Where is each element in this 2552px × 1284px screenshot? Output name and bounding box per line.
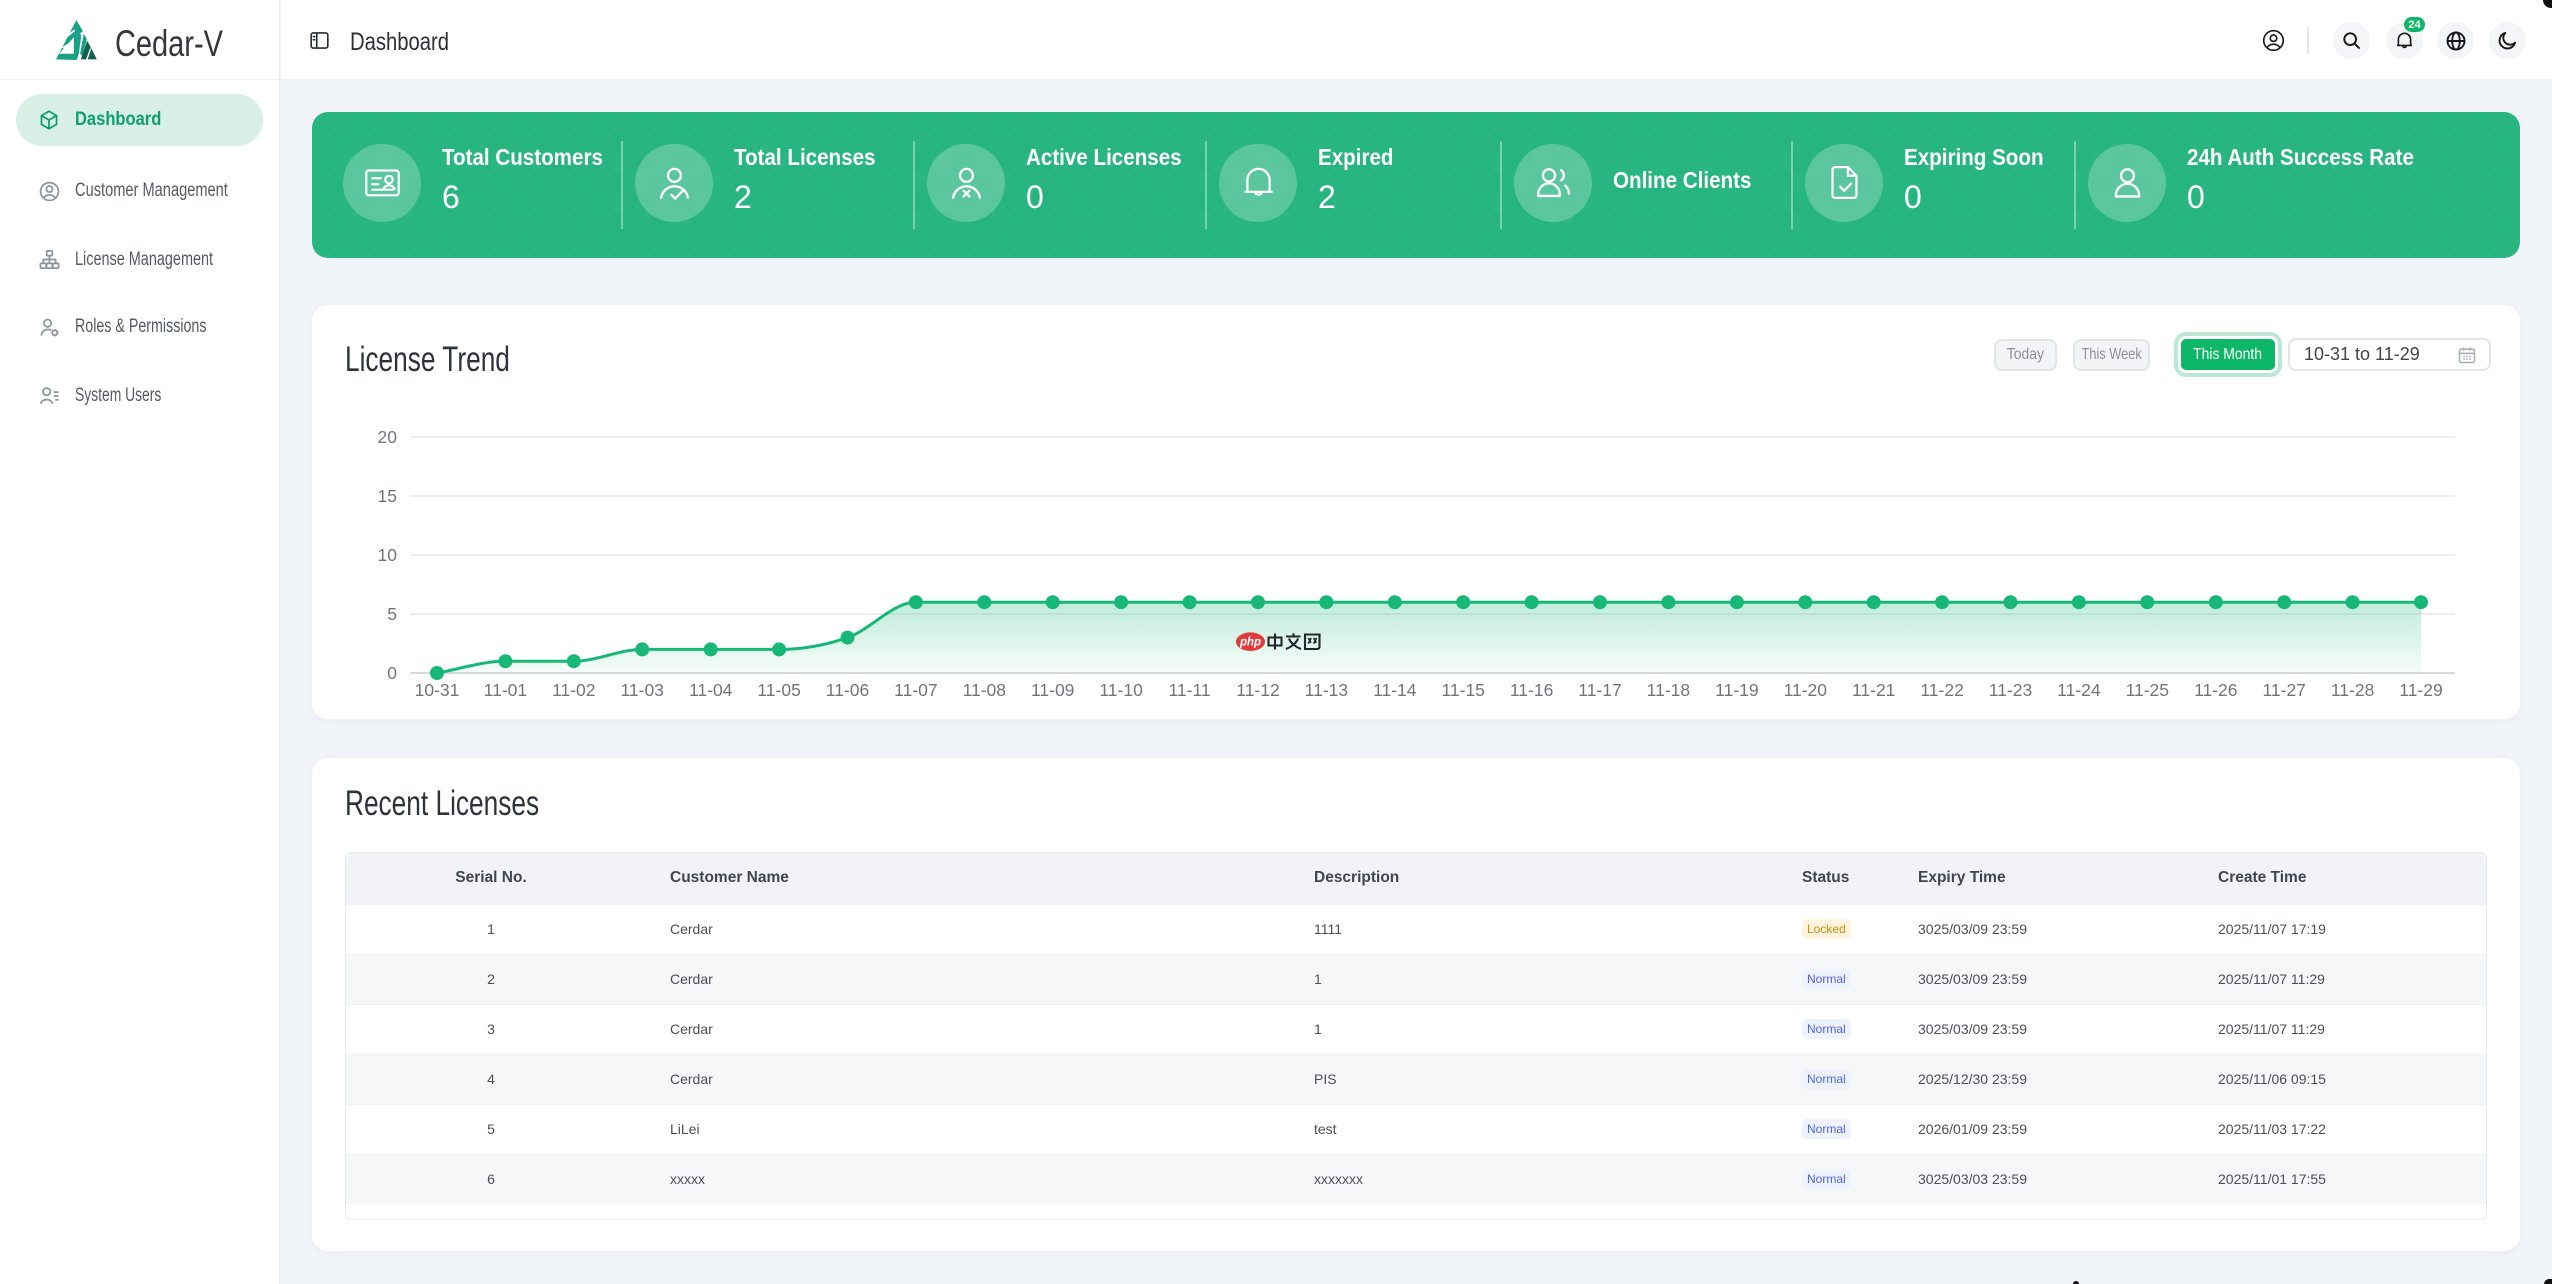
svg-text:11-17: 11-17: [1578, 680, 1621, 700]
svg-text:11-28: 11-28: [2331, 680, 2374, 700]
svg-text:10: 10: [378, 545, 398, 565]
svg-text:11-27: 11-27: [2262, 680, 2305, 700]
svg-text:11-18: 11-18: [1647, 680, 1690, 700]
svg-text:11-09: 11-09: [1031, 680, 1074, 700]
svg-text:15: 15: [378, 486, 397, 506]
svg-text:11-14: 11-14: [1373, 680, 1417, 700]
svg-text:11-16: 11-16: [1510, 680, 1553, 700]
svg-text:11-19: 11-19: [1715, 680, 1758, 700]
svg-text:11-11: 11-11: [1169, 680, 1211, 700]
svg-text:11-20: 11-20: [1784, 680, 1828, 700]
svg-text:20: 20: [378, 427, 398, 447]
svg-text:11-01: 11-01: [484, 680, 527, 700]
svg-text:php: php: [1239, 637, 1261, 649]
svg-text:11-10: 11-10: [1099, 680, 1143, 700]
svg-text:11-02: 11-02: [552, 680, 595, 700]
svg-text:11-06: 11-06: [826, 680, 869, 700]
svg-text:11-04: 11-04: [689, 680, 733, 700]
svg-text:10-31: 10-31: [415, 680, 460, 700]
svg-text:11-24: 11-24: [2057, 680, 2101, 700]
svg-text:11-15: 11-15: [1441, 680, 1484, 700]
svg-text:11-23: 11-23: [1989, 680, 2032, 700]
svg-text:11-08: 11-08: [963, 680, 1006, 700]
svg-text:11-05: 11-05: [757, 680, 800, 700]
svg-text:5: 5: [387, 604, 397, 624]
svg-text:11-22: 11-22: [1920, 680, 1963, 700]
svg-text:11-12: 11-12: [1236, 680, 1279, 700]
svg-text:11-07: 11-07: [894, 680, 937, 700]
svg-text:11-29: 11-29: [2399, 680, 2442, 700]
svg-text:0: 0: [387, 663, 397, 683]
svg-text:11-26: 11-26: [2194, 680, 2237, 700]
svg-text:11-21: 11-21: [1852, 680, 1895, 700]
svg-text:11-13: 11-13: [1305, 680, 1348, 700]
svg-text:11-03: 11-03: [620, 680, 663, 700]
svg-text:11-25: 11-25: [2126, 680, 2169, 700]
